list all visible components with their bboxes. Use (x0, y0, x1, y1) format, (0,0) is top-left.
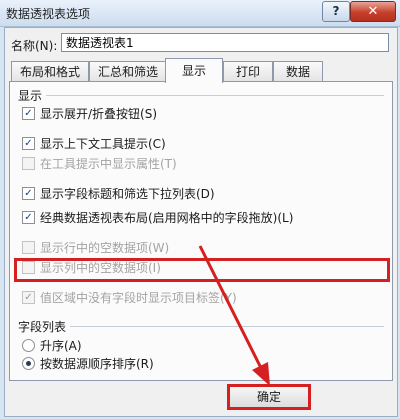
help-button[interactable]: ? (322, 1, 350, 22)
tab-data[interactable]: 数据 (273, 61, 323, 82)
field-list-section-title: 字段列表 (18, 320, 67, 334)
option-label: 显示上下文工具提示(C) (40, 137, 166, 151)
checkbox-unchecked (22, 241, 35, 254)
name-label: 名称(N): (11, 39, 58, 53)
close-button[interactable]: ✕ (350, 1, 396, 22)
display-tab-panel: 显示 ✓ 显示展开/折叠按钮(S) ✓ 显示上下文工具提示(C) 在工具提示中显… (9, 81, 393, 381)
tab-printing[interactable]: 打印 (223, 61, 273, 82)
section-divider (70, 326, 384, 327)
tab-display[interactable]: 显示 (165, 58, 223, 83)
tab-totals-filters[interactable]: 汇总和筛选 (89, 61, 167, 82)
checkbox-unchecked (22, 157, 35, 170)
option-label: 显示行中的空数据项(W) (40, 241, 170, 255)
radio-dot (26, 361, 31, 366)
checkbox-checked[interactable]: ✓ (22, 187, 35, 200)
checkbox-checked[interactable]: ✓ (22, 211, 35, 224)
option-label: 按数据源顺序排序(R) (40, 357, 154, 371)
radio-button[interactable] (22, 339, 35, 352)
pivot-name-input[interactable] (61, 33, 389, 52)
highlight-annotation (14, 258, 390, 282)
checkbox-checked[interactable]: ✓ (22, 107, 35, 120)
display-section-title: 显示 (18, 89, 43, 103)
option-label: 显示字段标题和筛选下拉列表(D) (40, 187, 215, 201)
option-label: 显示展开/折叠按钮(S) (40, 107, 158, 121)
option-label: 升序(A) (40, 339, 82, 353)
checkbox-checked: ✓ (22, 291, 35, 304)
section-divider (46, 95, 384, 96)
dialog-body: 名称(N): 布局和格式 汇总和筛选 显示 打印 数据 显示 ✓ 显示展开/折叠… (4, 27, 398, 417)
title-bar: 数据透视表选项 ? ✕ (0, 0, 400, 27)
option-label: 在工具提示中显示属性(T) (40, 157, 177, 171)
option-label: 经典数据透视表布局(启用网格中的字段拖放)(L) (40, 211, 294, 225)
radio-button-selected[interactable] (22, 357, 35, 370)
checkbox-checked[interactable]: ✓ (22, 137, 35, 150)
option-label: 值区域中没有字段时显示项目标签(Y) (40, 291, 237, 305)
window-title: 数据透视表选项 (6, 7, 91, 21)
tab-layout-format[interactable]: 布局和格式 (11, 61, 89, 82)
ok-button[interactable]: 确定 (227, 384, 311, 410)
